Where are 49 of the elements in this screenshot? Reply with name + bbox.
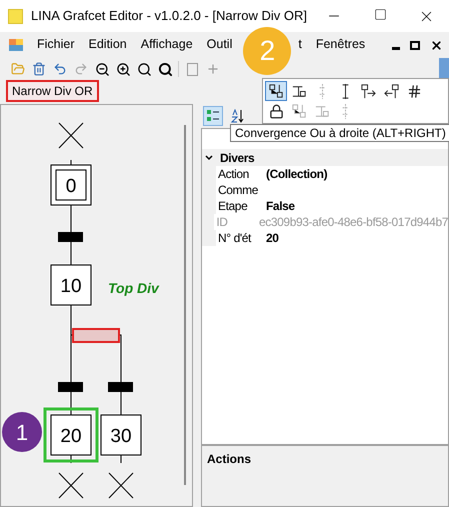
sort-icon (230, 109, 244, 123)
toolbar-overflow-icon[interactable] (439, 58, 449, 80)
x-mark-icon (58, 122, 84, 148)
transition-bar (108, 382, 133, 392)
property-value[interactable]: 20 (264, 229, 279, 247)
transition-bar (58, 382, 83, 392)
divergence-bar[interactable] (72, 328, 120, 343)
menu-item[interactable]: Outil (200, 35, 240, 55)
step-number-badge: 2 (243, 27, 292, 75)
list-icon (206, 109, 220, 123)
app-icon (8, 8, 23, 24)
tooltip: Convergence Ou à droite (ALT+RIGHT) (230, 124, 449, 142)
menu-item[interactable]: Fichier (30, 35, 82, 55)
scrollbar[interactable] (184, 125, 186, 485)
category-header: Divers (220, 150, 254, 166)
step-box[interactable]: 30 (100, 414, 142, 456)
lock-icon (268, 104, 284, 118)
panel-title: Actions (207, 452, 252, 466)
property-name[interactable]: N° d'ét (216, 229, 264, 247)
menu-item[interactable]: Affichage (134, 35, 200, 55)
step-box[interactable]: 20 (44, 408, 98, 462)
step-box[interactable]: 10 (50, 264, 92, 306)
tool-icon (360, 82, 376, 100)
mdi-close-icon[interactable] (430, 38, 443, 52)
property-value[interactable]: (Collection) (264, 165, 328, 183)
menu-item[interactable]: Edition (82, 35, 134, 55)
menu-item[interactable]: Fenêtres (308, 35, 372, 55)
property-name[interactable]: Action (216, 165, 264, 183)
tool-icon (290, 102, 308, 120)
document-icon[interactable] (8, 37, 24, 53)
x-mark-icon (58, 472, 84, 498)
step-box[interactable]: 0 (50, 164, 92, 206)
tool-button[interactable] (265, 81, 287, 101)
step-comment: Top Div (108, 280, 159, 296)
x-mark-icon (108, 472, 134, 498)
property-value[interactable]: False (264, 197, 295, 215)
tool-icon (268, 82, 284, 100)
hash-icon (406, 84, 422, 98)
categorized-view-button[interactable] (203, 106, 223, 126)
mdi-minimize-icon[interactable] (392, 46, 400, 50)
row-gutter (202, 230, 216, 246)
property-name[interactable]: Comme (216, 181, 264, 199)
menu-item[interactable]: t (291, 35, 309, 55)
transition-bar (58, 232, 83, 242)
mdi-restore-icon[interactable] (410, 40, 420, 50)
tool-icon (382, 82, 400, 100)
window-title: LINA Grafcet Editor - v1.0.2.0 - [Narrow Div OR] (31, 7, 307, 26)
property-name[interactable]: Etape (216, 197, 264, 215)
document-tab[interactable]: Narrow Div OR (6, 80, 99, 102)
